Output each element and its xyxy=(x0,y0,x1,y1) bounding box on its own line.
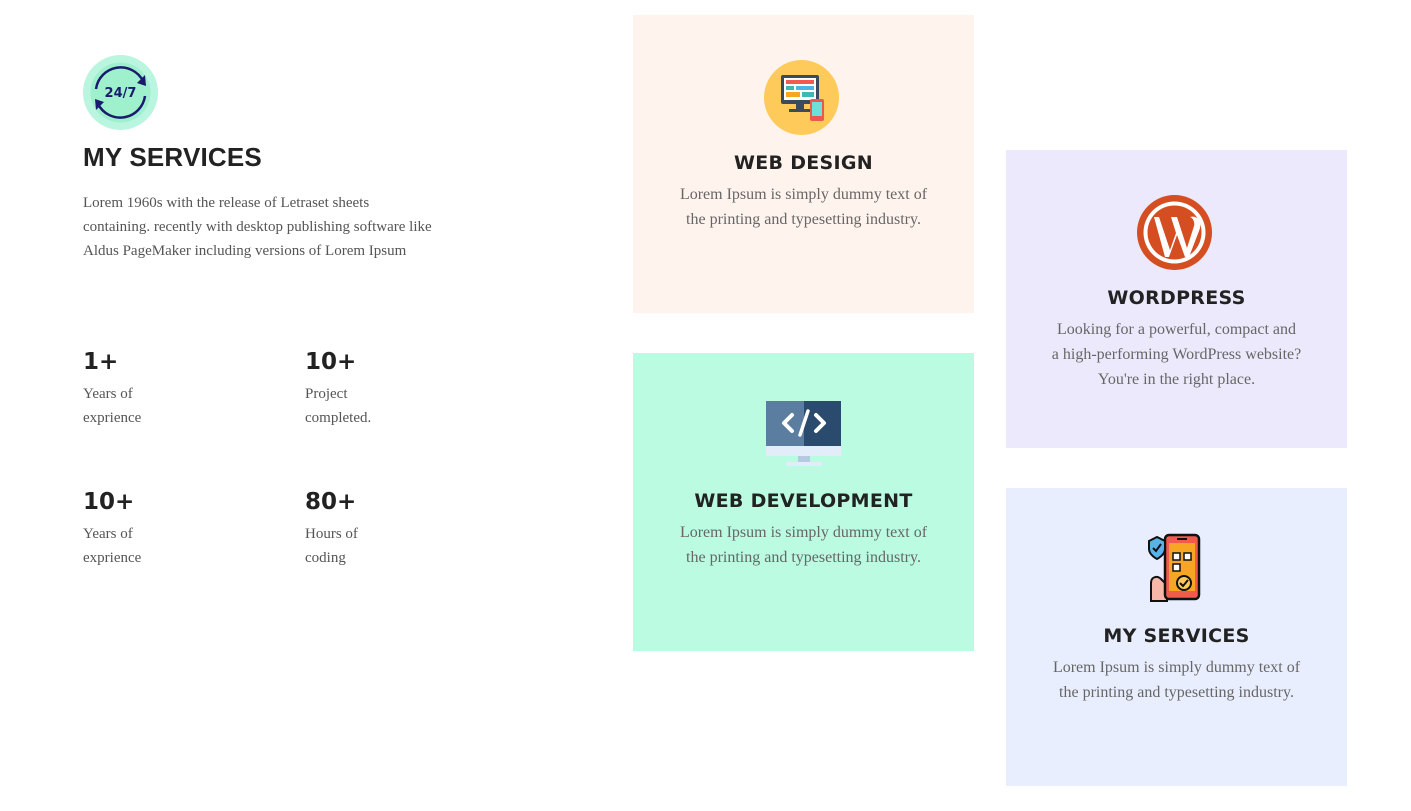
stat-value: 80+ xyxy=(305,489,357,515)
stat-value: 1+ xyxy=(83,349,119,375)
card-title: WORDPRESS xyxy=(1107,287,1246,309)
mobile-security-icon xyxy=(1137,533,1217,613)
badge-text: 24/7 xyxy=(105,86,137,101)
stat-item: 1+ Years of exprience xyxy=(83,345,243,430)
stat-value: 10+ xyxy=(83,489,135,515)
service-card-web-design[interactable]: WEB DESIGN Lorem Ipsum is simply dummy t… xyxy=(633,15,974,313)
service-card-my-services[interactable]: MY SERVICES Lorem Ipsum is simply dummy … xyxy=(1006,488,1347,786)
card-text: Lorem Ipsum is simply dummy text of the … xyxy=(679,524,928,566)
card-title: WEB DESIGN xyxy=(733,152,874,174)
card-text: Lorem Ipsum is simply dummy text of the … xyxy=(679,186,928,228)
card-text: Looking for a powerful, compact and a hi… xyxy=(1051,321,1302,388)
stat-label: Years of exprience xyxy=(83,386,142,426)
stat-item: 10+ Project completed. xyxy=(305,345,465,430)
card-text: Lorem Ipsum is simply dummy text of the … xyxy=(1052,659,1301,701)
wordpress-icon xyxy=(1136,195,1217,275)
stat-value: 10+ xyxy=(305,349,357,375)
section-description: Lorem 1960s with the release of Letraset… xyxy=(83,195,432,259)
stat-item: 80+ Hours of coding xyxy=(305,485,465,570)
section-title: MY SERVICES xyxy=(83,142,262,172)
card-title: MY SERVICES xyxy=(1103,625,1250,647)
service-card-web-development[interactable]: WEB DEVELOPMENT Lorem Ipsum is simply du… xyxy=(633,353,974,651)
stat-item: 10+ Years of exprience xyxy=(83,485,243,570)
services-intro: 24/7 MY SERVICES Lorem 1960s with the re… xyxy=(83,55,443,263)
web-design-icon xyxy=(763,60,844,140)
stat-label: Project completed. xyxy=(305,386,372,426)
stat-label: Years of exprience xyxy=(83,526,142,566)
service-card-wordpress[interactable]: WORDPRESS Looking for a powerful, compac… xyxy=(1006,150,1347,448)
stat-label: Hours of coding xyxy=(305,526,358,566)
code-monitor-icon xyxy=(764,398,844,478)
support-24-7-icon: 24/7 xyxy=(83,55,158,130)
card-title: WEB DEVELOPMENT xyxy=(694,490,913,512)
